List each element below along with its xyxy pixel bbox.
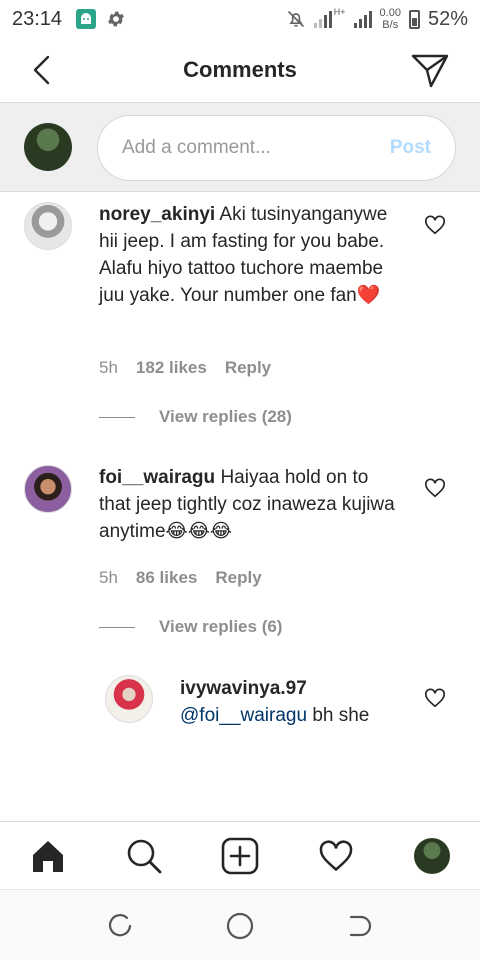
chevron-left-icon [33, 55, 50, 85]
add-post-icon [221, 837, 259, 875]
comment-time: 5h [99, 358, 118, 377]
recents-button[interactable] [106, 912, 134, 940]
like-heart-icon[interactable] [424, 687, 446, 709]
back-button[interactable] [24, 52, 60, 88]
back-system-icon [349, 915, 372, 937]
status-time: 23:14 [12, 7, 63, 30]
divider-line [99, 416, 135, 418]
comment-item: norey_akinyi Aki tusinyanganywe hii jeep… [0, 192, 480, 442]
reply-content: bh she [312, 705, 370, 726]
comment-composer: Post [0, 102, 480, 192]
comment-username[interactable]: norey_akinyi [99, 204, 215, 225]
comment-input-box[interactable]: Post [97, 115, 456, 181]
activity-heart-icon [319, 840, 353, 872]
net-speed-value: 0.00 [379, 7, 401, 19]
net-speed: 0.00 B/s [380, 7, 401, 31]
avatar[interactable] [24, 202, 72, 250]
bell-off-icon [287, 10, 304, 28]
comment-text: foi__wairagu Haiyaa hold on to that jeep… [99, 464, 399, 545]
page-title: Comments [183, 57, 297, 82]
post-button[interactable]: Post [390, 137, 431, 159]
battery-percent: 52% [427, 7, 468, 30]
battery-icon [408, 9, 420, 29]
nav-profile[interactable] [412, 836, 452, 876]
comment-likes[interactable]: 182 likes [136, 358, 207, 378]
bottom-nav [0, 821, 480, 889]
comment-time: 5h [99, 568, 118, 587]
view-replies-label: View replies (28) [159, 407, 292, 426]
network-type: H+ [333, 7, 346, 17]
android-debug-icon [76, 9, 97, 29]
system-nav-bar [0, 889, 480, 960]
header: Comments [0, 38, 480, 102]
gear-icon [108, 11, 124, 27]
view-replies-label: View replies (6) [159, 617, 283, 636]
reply-item: ivywavinya.97 @foi__wairagu bh she [0, 665, 480, 735]
comment-meta: 5h 182 likes Reply [99, 358, 271, 378]
profile-avatar [414, 838, 450, 874]
comment-username[interactable]: foi__wairagu [99, 467, 215, 488]
signal-2-icon [353, 10, 372, 28]
circle-home-icon [226, 912, 254, 940]
avatar[interactable] [105, 675, 153, 723]
nav-home[interactable] [28, 836, 68, 876]
search-icon [127, 839, 162, 874]
comment-likes[interactable]: 86 likes [136, 568, 197, 588]
reply-button[interactable]: Reply [225, 358, 271, 378]
recents-icon [108, 914, 132, 937]
nav-search[interactable] [124, 836, 164, 876]
back-system-button[interactable] [346, 912, 374, 940]
comment-input[interactable] [122, 137, 390, 159]
view-replies-button[interactable]: View replies (28) [99, 407, 292, 427]
avatar [24, 123, 72, 171]
reply-text: ivywavinya.97 @foi__wairagu bh she [180, 675, 410, 729]
like-heart-icon[interactable] [424, 214, 446, 236]
comment-meta: 5h 86 likes Reply [99, 568, 262, 588]
like-heart-icon[interactable] [424, 477, 446, 499]
divider-line [99, 626, 135, 628]
comment-item: foi__wairagu Haiyaa hold on to that jeep… [0, 455, 480, 655]
nav-activity[interactable] [316, 836, 356, 876]
net-speed-unit: B/s [382, 19, 399, 31]
nav-add-post[interactable] [220, 836, 260, 876]
avatar[interactable] [24, 465, 72, 513]
signal-1-icon [313, 10, 332, 28]
reply-username[interactable]: ivywavinya.97 [180, 675, 410, 702]
reply-button[interactable]: Reply [215, 568, 261, 588]
reply-mention[interactable]: @foi__wairagu [180, 705, 307, 726]
paper-plane-icon [411, 54, 449, 88]
comment-text: norey_akinyi Aki tusinyanganywe hii jeep… [99, 201, 399, 309]
status-bar: 23:14 H+ 0.00 B/s 52% [0, 0, 480, 38]
share-button[interactable] [410, 50, 450, 90]
home-icon [33, 841, 63, 872]
home-system-button[interactable] [226, 912, 254, 940]
view-replies-button[interactable]: View replies (6) [99, 617, 282, 637]
